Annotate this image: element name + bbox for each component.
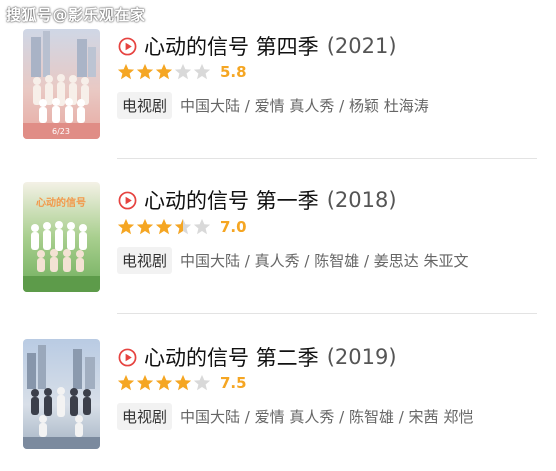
- star-full-icon: [136, 374, 154, 391]
- item-title[interactable]: 心动的信号 第二季: [144, 342, 319, 372]
- category-tag: 电视剧: [117, 92, 173, 119]
- star-full-icon: [155, 374, 173, 391]
- play-icon[interactable]: [118, 37, 137, 56]
- item-title[interactable]: 心动的信号 第一季: [144, 185, 319, 215]
- category-tag: 电视剧: [117, 403, 173, 430]
- rating-row: 7.0: [117, 218, 247, 236]
- poster-image[interactable]: 心动的信号: [23, 182, 100, 292]
- item-year: (2021): [326, 34, 397, 58]
- item-meta: 中国大陆 / 爱情 真人秀 / 陈智雄 / 宋茜 郑恺: [180, 408, 474, 426]
- star-full-icon: [155, 218, 173, 235]
- list-item[interactable]: 心动的信号 第二季 (2019) 7.5 电视剧 中国大陆 / 爱情 真人秀 /…: [0, 333, 556, 463]
- category-tag: 电视剧: [117, 247, 173, 274]
- star-empty-icon: [193, 374, 211, 391]
- meta-row: 电视剧 中国大陆 / 真人秀 / 陈智雄 / 姜思达 朱亚文: [117, 247, 469, 274]
- list-item[interactable]: 心动的信号 心动的信号 第一季 (2018) 7.0 电视剧 中国大陆 / 真人…: [0, 178, 556, 308]
- item-meta: 中国大陆 / 爱情 真人秀 / 杨颖 杜海涛: [180, 97, 429, 115]
- play-icon[interactable]: [118, 191, 137, 210]
- star-full-icon: [136, 218, 154, 235]
- poster-date-text: 6/23: [52, 127, 70, 136]
- meta-row: 电视剧 中国大陆 / 爱情 真人秀 / 杨颖 杜海涛: [117, 92, 429, 119]
- divider: [117, 313, 537, 314]
- item-year: (2019): [326, 345, 397, 369]
- rating-score: 7.0: [220, 218, 247, 236]
- star-rating: [117, 374, 212, 392]
- rating-row: 5.8: [117, 63, 247, 81]
- star-rating: [117, 218, 212, 236]
- star-full-icon: [117, 218, 135, 235]
- star-full-icon: [155, 63, 173, 80]
- poster-title-text: 心动的信号: [36, 196, 86, 209]
- rating-row: 7.5: [117, 374, 247, 392]
- item-year: (2018): [326, 188, 397, 212]
- title-row[interactable]: 心动的信号 第一季 (2018): [118, 185, 397, 215]
- title-row[interactable]: 心动的信号 第二季 (2019): [118, 342, 397, 372]
- rating-score: 5.8: [220, 63, 247, 81]
- divider: [117, 158, 537, 159]
- star-empty-icon: [174, 63, 192, 80]
- poster-image[interactable]: 6/23: [23, 29, 100, 139]
- watermark: 搜狐号@影乐观在家: [6, 6, 146, 24]
- poster-image[interactable]: [23, 339, 100, 449]
- star-empty-icon: [193, 63, 211, 80]
- item-title[interactable]: 心动的信号 第四季: [144, 31, 319, 61]
- meta-row: 电视剧 中国大陆 / 爱情 真人秀 / 陈智雄 / 宋茜 郑恺: [117, 403, 473, 430]
- title-row[interactable]: 心动的信号 第四季 (2021): [118, 31, 397, 61]
- star-full-icon: [174, 374, 192, 391]
- page: 搜狐号@影乐观在家 6/23 心动的信号 第四季 (2021) 5.8 电视剧 …: [0, 0, 556, 471]
- star-empty-icon: [193, 218, 211, 235]
- list-item[interactable]: 6/23 心动的信号 第四季 (2021) 5.8 电视剧 中国大陆 / 爱情 …: [0, 25, 556, 155]
- star-full-icon: [117, 374, 135, 391]
- rating-score: 7.5: [220, 374, 247, 392]
- star-rating: [117, 63, 212, 81]
- item-meta: 中国大陆 / 真人秀 / 陈智雄 / 姜思达 朱亚文: [180, 252, 469, 270]
- star-full-icon: [117, 63, 135, 80]
- play-icon[interactable]: [118, 348, 137, 367]
- star-half-icon: [174, 218, 192, 235]
- star-full-icon: [136, 63, 154, 80]
